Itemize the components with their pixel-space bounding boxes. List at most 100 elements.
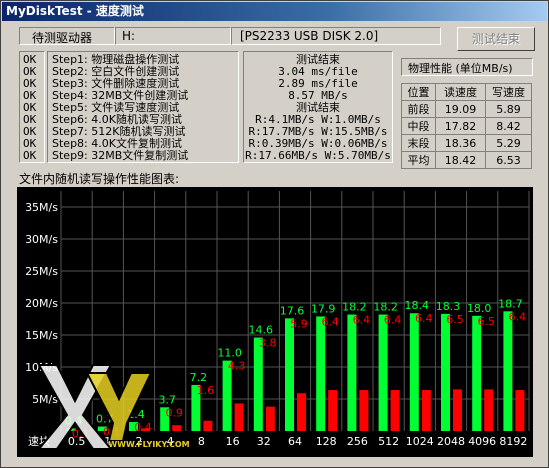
chart-title: 文件内随机读写操作性能图表: [19, 172, 180, 186]
x-tick-label: 16 [226, 435, 240, 448]
chart-area: 5M/s10M/s15M/s20M/s25M/s30M/s35M/s0.40.1… [17, 187, 533, 457]
write-bar [265, 406, 275, 431]
window-title: MyDiskTest - 速度测试 [6, 4, 144, 18]
write-bar [297, 393, 306, 431]
read-value-label: 18.4 [405, 299, 430, 312]
write-bar [453, 389, 462, 431]
write-bar [515, 390, 525, 431]
y-tick-label: 15M/s [25, 329, 58, 342]
read-value-label: 18.2 [342, 301, 367, 314]
x-tick-label: 32 [257, 435, 271, 448]
x-tick-label: 8192 [499, 435, 527, 448]
x-tick-label: 512 [378, 435, 399, 448]
read-bar [441, 313, 450, 431]
perf-cell: 18.36 [435, 134, 486, 152]
write-bar [359, 390, 369, 431]
read-value-label: 18.2 [373, 301, 398, 314]
y-tick-label: 25M/s [25, 265, 58, 278]
read-bar [347, 314, 357, 431]
drive-label-box: 待测驱动器 [19, 27, 115, 45]
main-window: MyDiskTest - 速度测试 待测驱动器 H: [PS2233 USB D… [0, 0, 549, 468]
write-value-label: 6.4 [353, 314, 371, 327]
write-bar [234, 403, 244, 431]
write-value-label: 6.4 [384, 314, 402, 327]
read-value-label: 17.6 [280, 304, 305, 317]
y-tick-label: 5M/s [32, 393, 58, 406]
read-value-label: 3.7 [158, 393, 176, 406]
write-value-label: 1.6 [197, 384, 215, 397]
read-bar [503, 311, 513, 431]
write-bar [390, 390, 400, 431]
perf-cell: 末段 [401, 134, 436, 152]
perf-title-box: 物理性能 (单位MB/s) [401, 58, 533, 76]
perf-cell: 19.09 [435, 100, 486, 118]
read-bar [378, 314, 388, 431]
step-label: Step9: 32MB文件复制测试 [52, 149, 189, 162]
drive-letter: H: [122, 29, 136, 43]
x-tick-label: 64 [288, 435, 302, 448]
read-value-label: 18.3 [436, 300, 461, 313]
read-bar [316, 316, 326, 431]
x-tick-label: 4096 [468, 435, 496, 448]
read-value-label: 7.2 [190, 371, 208, 384]
perf-cell: 平均 [401, 151, 436, 169]
perf-cell: 5.29 [485, 134, 532, 152]
read-value-label: 18.7 [498, 297, 523, 310]
write-bar [484, 389, 494, 431]
read-bar [409, 313, 419, 431]
x-tick-label: 256 [347, 435, 368, 448]
drive-label: 待测驱动器 [32, 31, 93, 45]
perf-cell: 中段 [401, 117, 436, 135]
drive-letter-box[interactable]: H: [115, 27, 231, 45]
x-tick-label: 2048 [437, 435, 465, 448]
x-tick-label: 8 [198, 435, 205, 448]
stop-test-button[interactable]: 测试结束 [457, 27, 535, 51]
write-value-label: 5.9 [290, 317, 308, 330]
drive-device-box: [PS2233 USB DISK 2.0] [231, 27, 441, 45]
perf-cell: 5.89 [485, 100, 532, 118]
read-value-label: 14.6 [249, 324, 274, 337]
steps-panel: Step1: 物理磁盘操作测试 Step2: 空白文件创建测试 Step3: 文件删… [47, 51, 239, 163]
y-tick-label: 35M/s [25, 201, 58, 214]
perf-header: 读速度 [435, 83, 486, 101]
write-bar [328, 390, 338, 431]
y-tick-label: 30M/s [25, 233, 58, 246]
perf-title: 物理性能 (单位MB/s) [408, 62, 513, 75]
perf-header: 位置 [401, 83, 436, 101]
read-bar [472, 315, 482, 431]
read-value-label: 18.0 [467, 302, 492, 315]
read-value-label: 17.9 [311, 302, 336, 315]
perf-header: 写速度 [485, 83, 532, 101]
results-panel: 测试结束 3.04 ms/file 2.89 ms/file 8.57 MB/s 测试结… [243, 51, 393, 163]
read-bar [285, 318, 294, 431]
write-bar [172, 425, 182, 431]
perf-cell: 8.42 [485, 117, 532, 135]
drive-device: [PS2233 USB DISK 2.0] [240, 29, 379, 43]
perf-cell: 17.82 [435, 117, 486, 135]
write-value-label: 6.5 [446, 313, 464, 326]
read-value-label: 11.0 [217, 347, 242, 360]
title-bar: MyDiskTest - 速度测试 [2, 2, 547, 21]
write-value-label: 6.4 [509, 310, 527, 323]
watermark-text: WWW.FLYIKY.COM [108, 440, 189, 449]
read-bar [253, 337, 263, 431]
step-result: R:17.66MB/s W:5.70MB/s [245, 149, 391, 162]
perf-chart: 5M/s10M/s15M/s20M/s25M/s30M/s35M/s0.40.1… [25, 191, 530, 450]
perf-table: 位置 读速度 写速度前段 19.09 5.89 中段 17.82 8.42 末段 18.36 5.2… [401, 83, 532, 169]
write-value-label: 0.4 [134, 421, 152, 434]
write-value-label: 6.5 [477, 315, 495, 328]
write-value-label: 6.4 [415, 312, 433, 325]
x-tick-label: 128 [316, 435, 337, 448]
write-value-label: 3.8 [259, 337, 277, 350]
write-bar [203, 420, 213, 431]
write-value-label: 4.3 [228, 360, 246, 373]
step-status: OK [23, 149, 37, 162]
perf-cell: 6.53 [485, 151, 532, 169]
write-value-label: 6.4 [321, 315, 339, 328]
y-tick-label: 20M/s [25, 297, 58, 310]
perf-cell: 前段 [401, 100, 436, 118]
x-tick-label: 0.5 [68, 435, 86, 448]
write-bar [421, 390, 431, 431]
write-value-label: 0.9 [165, 406, 183, 419]
x-tick-label: 1024 [406, 435, 434, 448]
